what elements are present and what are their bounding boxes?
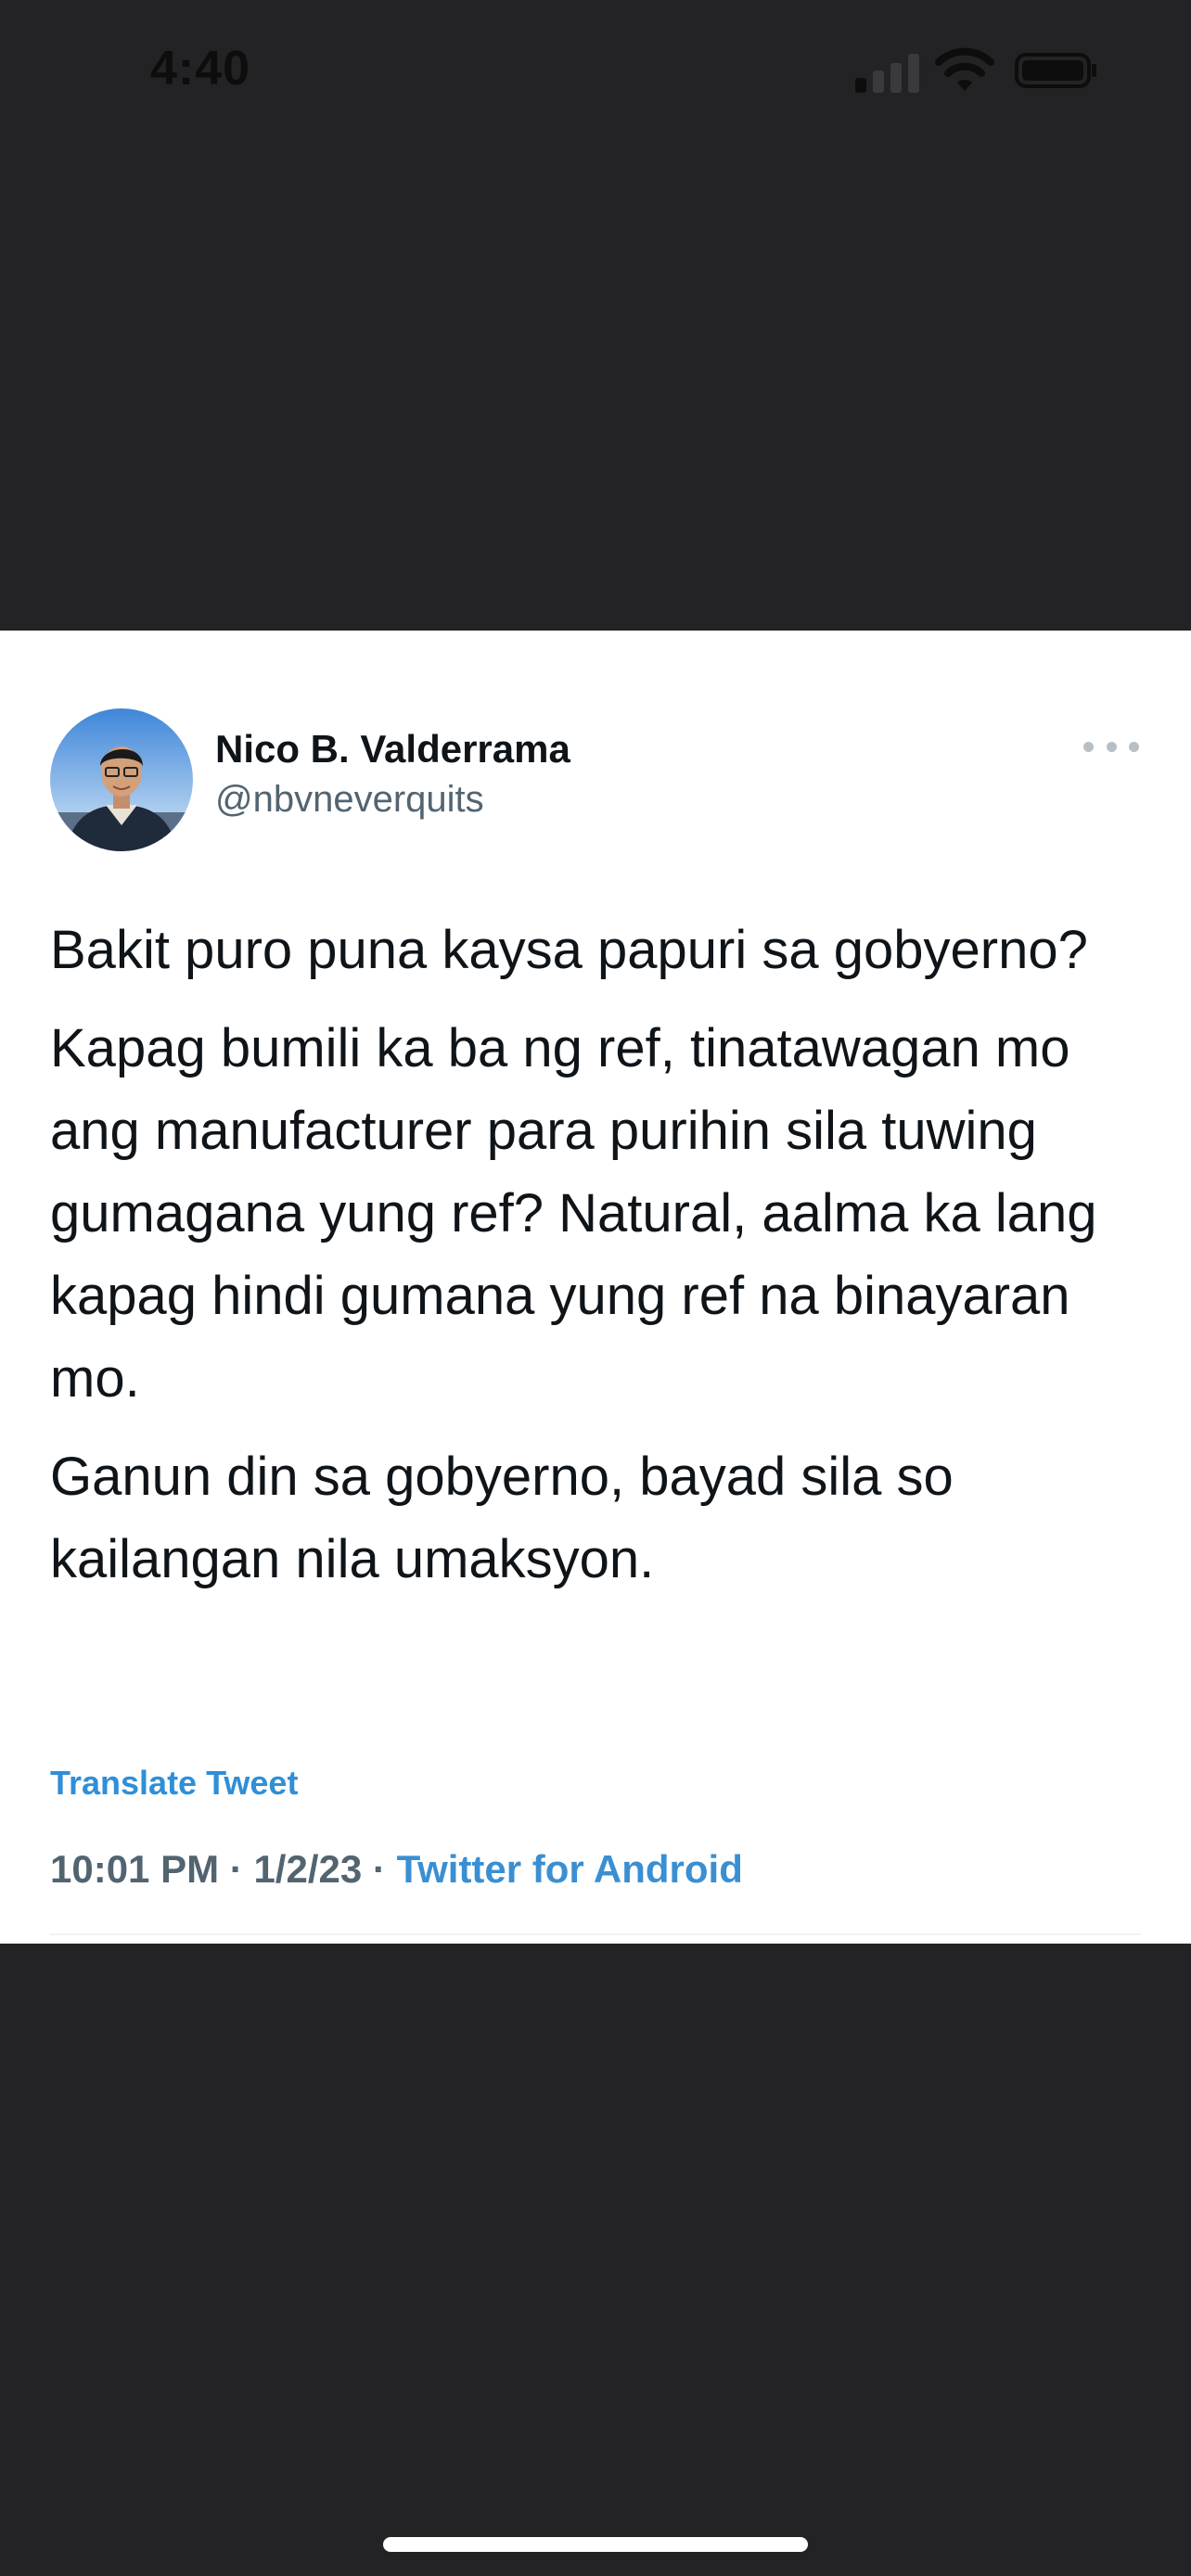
more-options-icon[interactable] xyxy=(1083,733,1139,760)
tweet-paragraph: Kapag bumili ka ba ng ref, tinatawagan m… xyxy=(50,1018,1097,1409)
tweet-source-link[interactable]: Twitter for Android xyxy=(397,1847,743,1891)
tweet-paragraph: Bakit puro puna kaysa papuri sa gobyerno… xyxy=(50,920,1088,980)
tweet-card[interactable]: Nico B. Valderrama @nbvneverquits Bakit … xyxy=(0,631,1191,1944)
meta-separator: · xyxy=(229,1847,243,1891)
screen: 4:40 Nico B. Valderrama @nbvneverquits B… xyxy=(0,0,1191,2576)
tweet-metadata: 10:01 PM · 1/2/23 · Twitter for Android xyxy=(50,1847,743,1892)
home-indicator[interactable] xyxy=(383,2537,808,2552)
battery-icon xyxy=(1015,53,1096,88)
divider xyxy=(50,1933,1141,1935)
status-time: 4:40 xyxy=(150,42,251,96)
translate-tweet-link[interactable]: Translate Tweet xyxy=(50,1764,298,1803)
wifi-icon xyxy=(935,47,994,91)
status-bar: 4:40 xyxy=(0,0,1191,139)
author-handle[interactable]: @nbvneverquits xyxy=(215,779,484,821)
avatar[interactable] xyxy=(50,708,193,851)
author-display-name[interactable]: Nico B. Valderrama xyxy=(215,727,570,772)
tweet-time: 10:01 PM xyxy=(50,1847,220,1891)
tweet-text: Bakit puro puna kaysa papuri sa gobyerno… xyxy=(50,909,1154,1616)
tweet-paragraph: Ganun din sa gobyerno, bayad sila so kai… xyxy=(50,1447,954,1589)
signal-icon xyxy=(855,52,919,93)
meta-separator: · xyxy=(372,1847,386,1891)
tweet-date[interactable]: 1/2/23 xyxy=(253,1847,362,1891)
